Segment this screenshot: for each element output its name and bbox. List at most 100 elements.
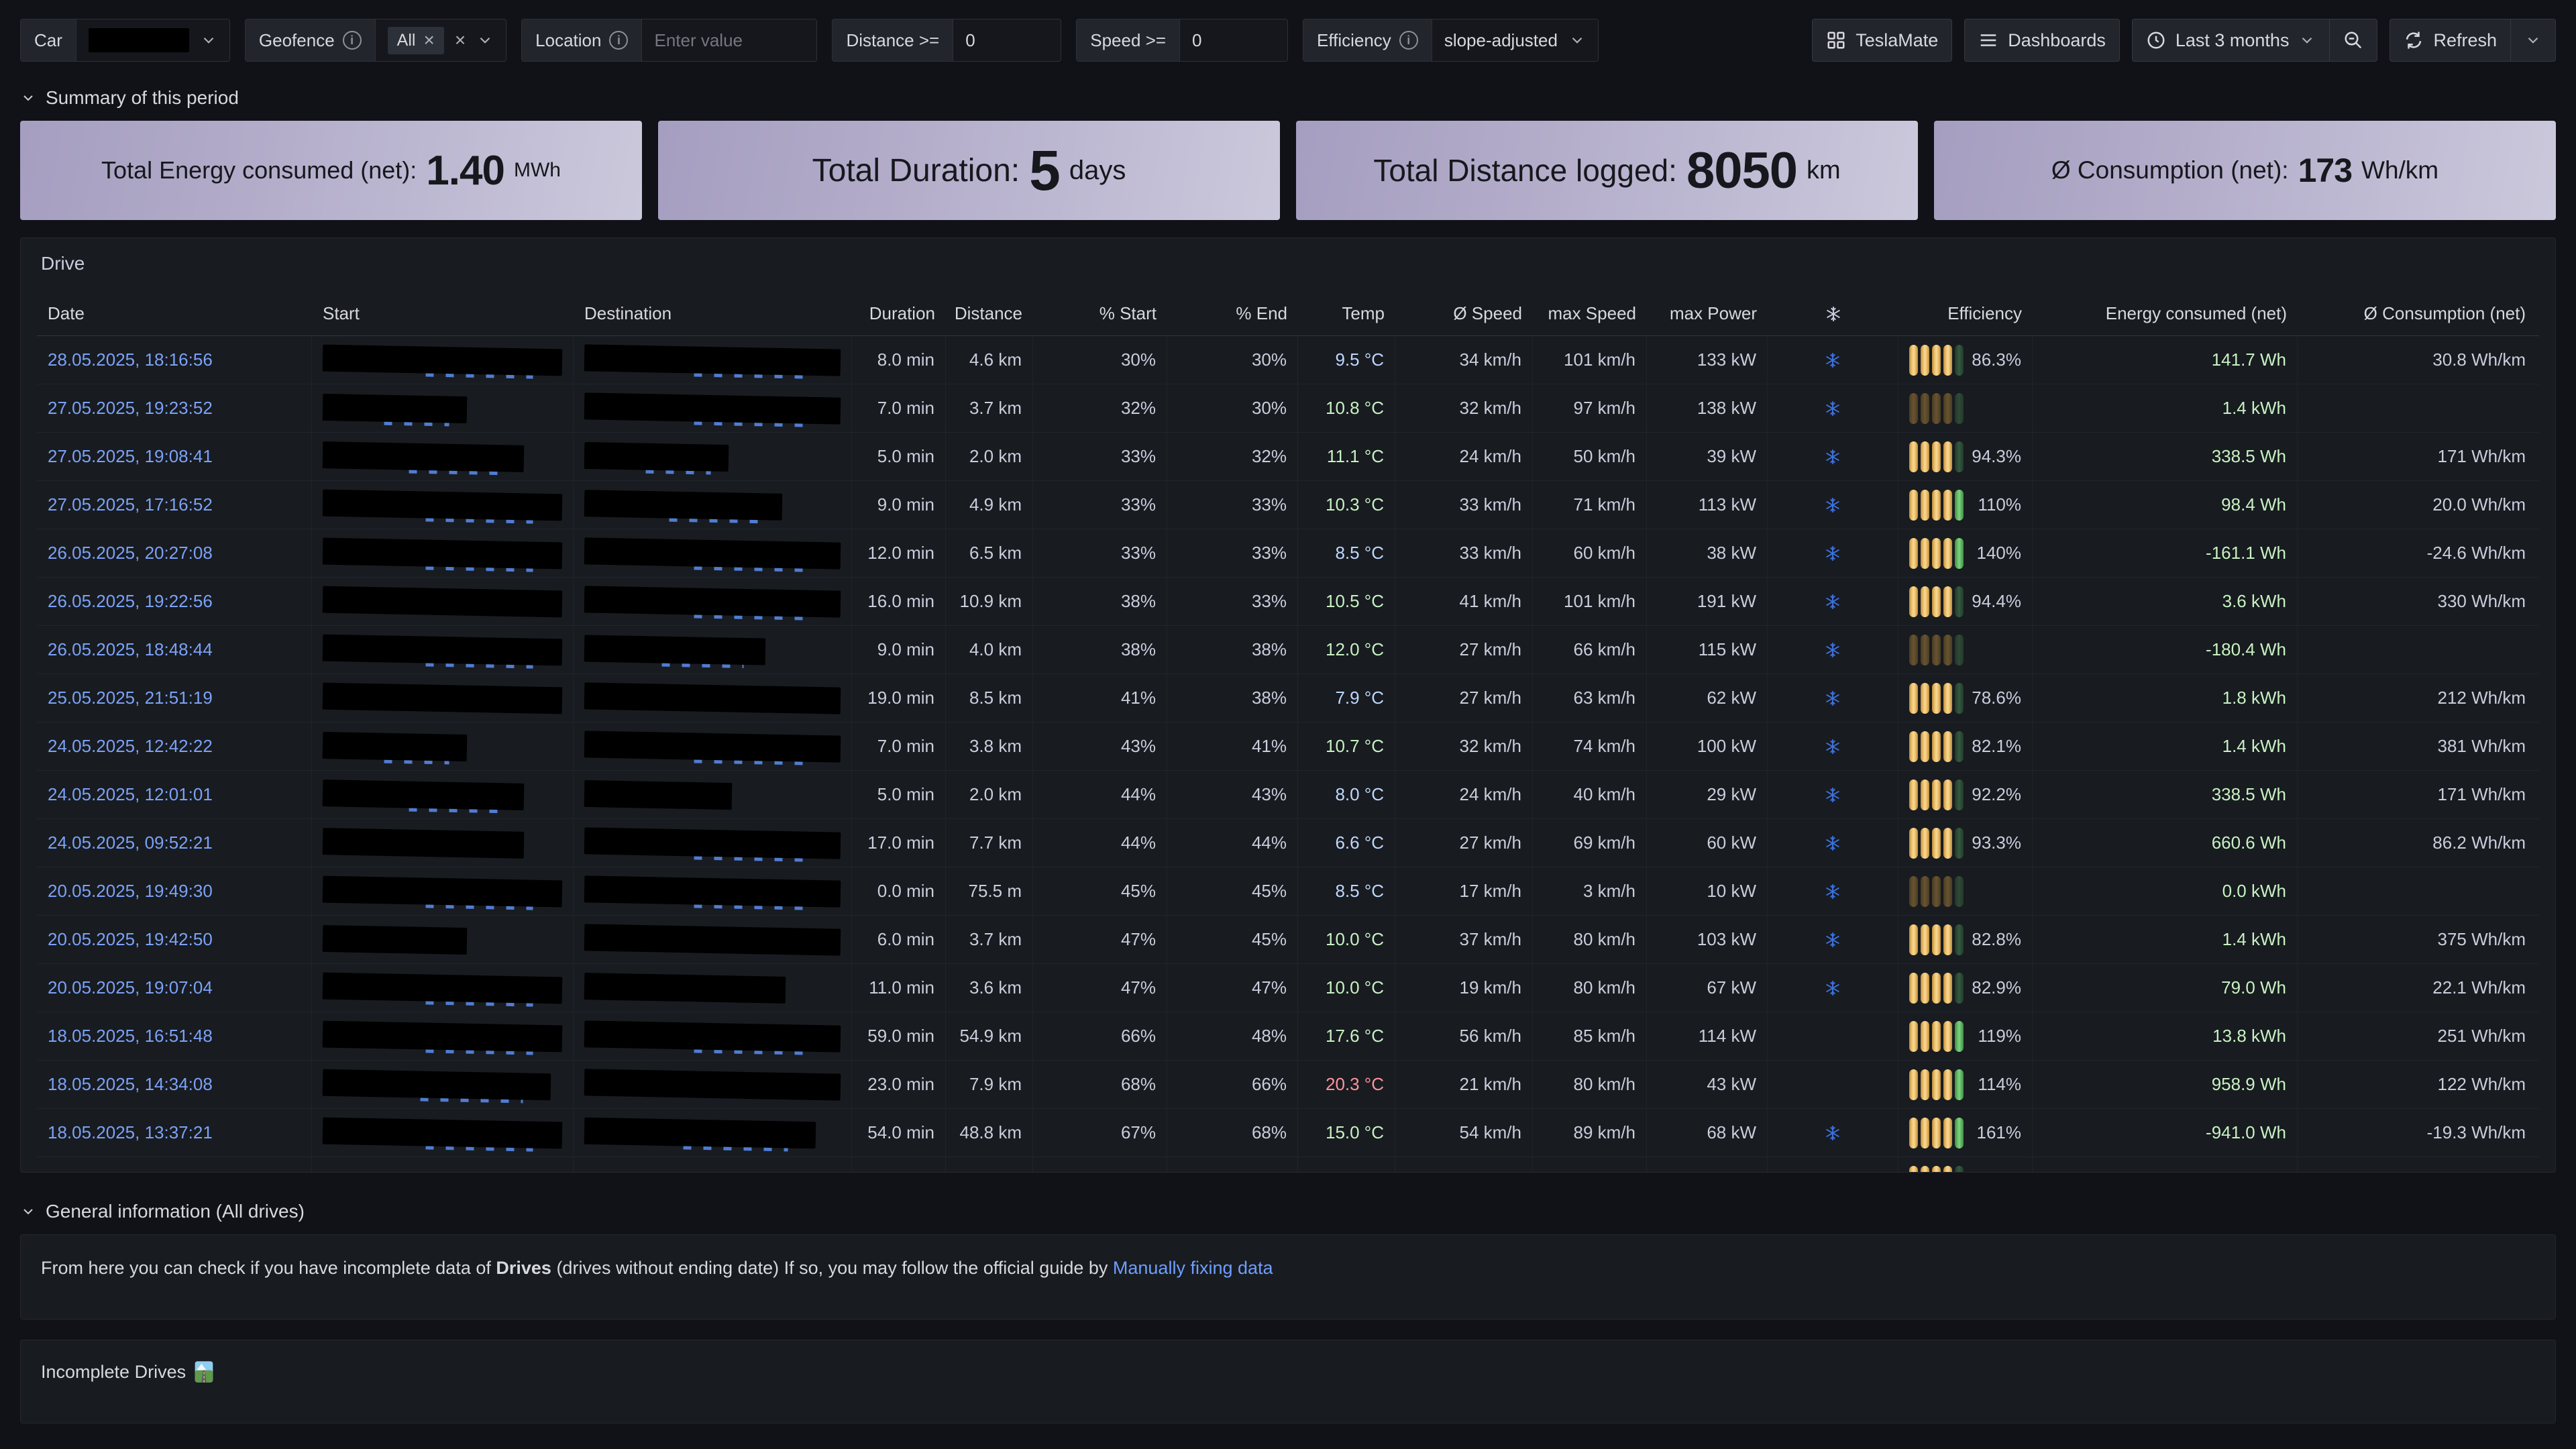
cell-distance: 4.6 km: [946, 336, 1033, 384]
col-header-distance[interactable]: Distance: [946, 292, 1033, 335]
drive-date-link[interactable]: 27.05.2025, 17:16:52: [48, 494, 213, 515]
snowflake-icon: [1824, 931, 1841, 949]
redacted-start-location: [323, 972, 563, 1004]
drive-date-link[interactable]: 27.05.2025, 19:08:41: [48, 446, 213, 467]
filter-efficiency[interactable]: Efficiency i slope-adjusted: [1303, 19, 1599, 62]
filter-distance-input[interactable]: 0: [953, 19, 1061, 61]
drive-date-link[interactable]: 20.05.2025, 19:49:30: [48, 881, 213, 902]
cell-energy: 79.0 Wh: [2033, 964, 2298, 1012]
table-row: 28.05.2025, 18:16:568.0 min4.6 km30%30%9…: [37, 336, 2539, 384]
cell-pct-end: 30%: [1167, 384, 1298, 432]
col-header-max-speed[interactable]: max Speed: [1533, 292, 1647, 335]
gauge-cell: [1932, 635, 1941, 665]
col-header-date[interactable]: Date: [37, 292, 312, 335]
filter-location[interactable]: Location i Enter value: [521, 19, 817, 62]
refresh-interval-dropdown[interactable]: [2511, 19, 2555, 61]
filter-location-label: Location i: [522, 19, 642, 61]
incomplete-drives-title: Incomplete Drives: [41, 1362, 186, 1383]
drive-date-link[interactable]: 26.05.2025, 18:48:44: [48, 639, 213, 660]
snowflake-icon: [1824, 641, 1841, 659]
cell-distance: 3.8 km: [946, 722, 1033, 770]
drive-date-link[interactable]: 20.05.2025, 19:42:50: [48, 929, 213, 950]
teslamate-button[interactable]: TeslaMate: [1812, 19, 1952, 62]
cell-avg-speed: [1395, 1157, 1533, 1172]
gauge-cell: [1932, 1166, 1941, 1173]
filter-efficiency-value[interactable]: slope-adjusted: [1432, 19, 1598, 61]
cell-date: [37, 1157, 312, 1172]
cell-snowflake: [1768, 771, 1898, 818]
filter-speed-input[interactable]: 0: [1180, 19, 1287, 61]
cell-consumption: 330 Wh/km: [2298, 578, 2536, 625]
snowflake-icon: [1825, 305, 1842, 323]
info-text: (drives without ending date) If so, you …: [551, 1258, 1113, 1278]
cell-duration: 5.0 min: [852, 771, 946, 818]
cell-duration: 9.0 min: [852, 626, 946, 674]
filter-distance[interactable]: Distance >= 0: [832, 19, 1061, 62]
cell-destination: [574, 771, 852, 818]
col-header-efficiency[interactable]: Efficiency: [1898, 292, 2033, 335]
col-header-avg-speed[interactable]: Ø Speed: [1395, 292, 1533, 335]
drive-date-link[interactable]: 20.05.2025, 19:07:04: [48, 977, 213, 998]
section-summary[interactable]: Summary of this period: [20, 78, 2556, 121]
col-header-pct-end[interactable]: % End: [1167, 292, 1298, 335]
remove-chip-icon[interactable]: ×: [423, 31, 434, 50]
cell-snowflake: [1768, 336, 1898, 384]
cell-pct-start: 33%: [1033, 529, 1167, 577]
drive-date-link[interactable]: 24.05.2025, 12:42:22: [48, 736, 213, 757]
gauge-cell: [1921, 731, 1929, 762]
cell-date: 18.05.2025, 13:37:21: [37, 1109, 312, 1157]
drive-date-link[interactable]: 18.05.2025, 14:34:08: [48, 1074, 213, 1095]
cell-start: [312, 578, 574, 625]
filter-geofence[interactable]: Geofence i All × ×: [245, 19, 506, 62]
distance-value: 0: [965, 30, 975, 51]
info-text-bold: Drives: [496, 1258, 551, 1278]
drive-date-link[interactable]: 28.05.2025, 18:16:56: [48, 350, 213, 370]
col-header-duration[interactable]: Duration: [852, 292, 946, 335]
section-general[interactable]: General information (All drives): [20, 1191, 2556, 1234]
zoom-out-time-button[interactable]: [2330, 19, 2377, 61]
col-header-max-power[interactable]: max Power: [1647, 292, 1768, 335]
drive-date-link[interactable]: 18.05.2025, 16:51:48: [48, 1026, 213, 1046]
drive-date-link[interactable]: 27.05.2025, 19:23:52: [48, 398, 213, 419]
filter-location-input[interactable]: Enter value: [642, 19, 816, 61]
manually-fixing-data-link[interactable]: Manually fixing data: [1113, 1258, 1273, 1278]
drive-date-link[interactable]: 25.05.2025, 21:51:19: [48, 688, 213, 708]
efficiency-gauge: [1909, 731, 1964, 762]
teslamate-button-label: TeslaMate: [1856, 30, 1938, 51]
col-header-start[interactable]: Start: [312, 292, 574, 335]
filter-car[interactable]: Car: [20, 19, 230, 62]
col-header-destination[interactable]: Destination: [574, 292, 852, 335]
drive-date-link[interactable]: 26.05.2025, 19:22:56: [48, 591, 213, 612]
gauge-cell: [1932, 393, 1941, 424]
col-header-temp[interactable]: Temp: [1298, 292, 1395, 335]
col-header-pct-start[interactable]: % Start: [1033, 292, 1167, 335]
refresh-button[interactable]: Refresh: [2390, 19, 2510, 61]
dashboards-button[interactable]: Dashboards: [1964, 19, 2120, 62]
clear-all-icon[interactable]: ×: [455, 31, 466, 50]
time-range-button[interactable]: Last 3 months: [2133, 19, 2330, 61]
drive-date-link[interactable]: 18.05.2025, 13:37:21: [48, 1122, 213, 1143]
chevron-down-icon[interactable]: [476, 32, 494, 49]
drive-date-link[interactable]: 24.05.2025, 09:52:21: [48, 833, 213, 853]
col-header-energy[interactable]: Energy consumed (net): [2033, 292, 2298, 335]
cell-duration: 17.0 min: [852, 819, 946, 867]
filter-car-value[interactable]: [76, 19, 229, 61]
cell-energy: 958.9 Wh: [2033, 1061, 2298, 1108]
gauge-cell: [1921, 876, 1929, 907]
cell-temp: 9.5 °C: [1298, 336, 1395, 384]
gauge-cell: [1943, 393, 1952, 424]
filter-distance-label-text: Distance >=: [846, 30, 939, 51]
col-header-consumption[interactable]: Ø Consumption (net): [2298, 292, 2536, 335]
drive-date-link[interactable]: 24.05.2025, 12:01:01: [48, 784, 213, 805]
drive-date-link[interactable]: 26.05.2025, 20:27:08: [48, 543, 213, 564]
gauge-cell: [1943, 683, 1952, 714]
geofence-chip-all[interactable]: All ×: [388, 27, 444, 54]
filter-speed[interactable]: Speed >= 0: [1076, 19, 1288, 62]
efficiency-gauge: [1909, 1166, 1964, 1173]
gauge-cell: [1921, 635, 1929, 665]
col-header-snowflake[interactable]: [1768, 292, 1898, 335]
filter-geofence-value[interactable]: All × ×: [376, 19, 506, 61]
cell-efficiency: 94.4%: [1898, 578, 2033, 625]
cell-pct-start: [1033, 1157, 1167, 1172]
toolbar: Car Geofence i All × ×: [20, 0, 2556, 78]
